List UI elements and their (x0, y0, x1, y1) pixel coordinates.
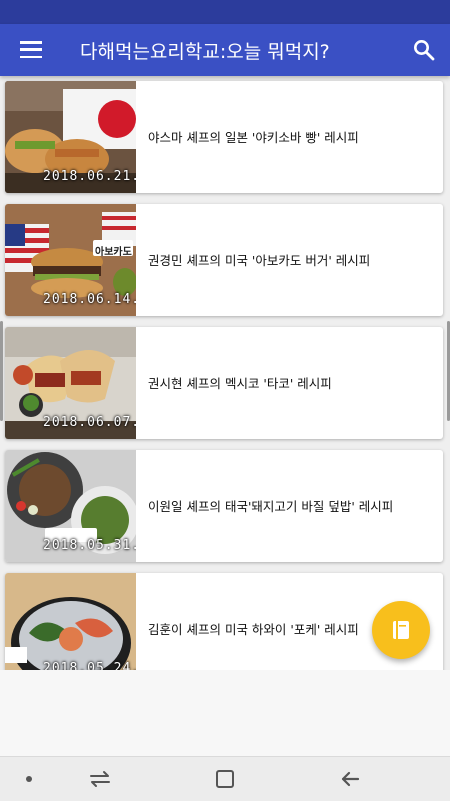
burger-badge-label: 아보카도 (95, 247, 132, 258)
status-bar (0, 0, 450, 24)
home-icon[interactable] (213, 767, 237, 791)
left-edge-indicator (0, 321, 3, 421)
menu-icon[interactable] (20, 41, 42, 59)
recipe-title: 이원일 셰프의 태국'돼지고기 바질 덮밥' 레시피 (148, 499, 394, 514)
app-title: 다해먹는요리학교:오늘 뭐먹지? (80, 41, 330, 63)
recipe-date: 2018.05.31. (43, 538, 136, 553)
recipe-card[interactable]: 2018.06.21. 야스마 셰프의 일본 '야키소바 빵' 레시피 (5, 81, 443, 193)
book-icon (393, 621, 409, 639)
system-nav-bar (0, 756, 450, 801)
recipe-title: 권경민 셰프의 미국 '아보카도 버거' 레시피 (148, 253, 371, 268)
search-icon[interactable] (412, 38, 436, 62)
book-fab-button[interactable] (372, 601, 430, 659)
recipe-title: 야스마 셰프의 일본 '야키소바 빵' 레시피 (148, 130, 359, 145)
dot-icon[interactable] (17, 767, 41, 791)
back-icon[interactable] (338, 767, 362, 791)
recipe-date: 2018.06.21. (43, 169, 136, 184)
recipe-list[interactable]: 2018.06.21. 야스마 셰프의 일본 '야키소바 빵' 레시피 아보카도… (0, 76, 450, 670)
recipe-title: 권시현 셰프의 멕시코 '타코' 레시피 (148, 376, 332, 391)
recipe-thumbnail: 2018.06.21. (5, 81, 136, 193)
recipe-date: 2018.06.07. (43, 415, 136, 430)
recipe-thumbnail: 2018.05.31. (5, 450, 136, 562)
empty-area (0, 670, 450, 756)
recipe-date: 2018.05.24. (43, 661, 136, 670)
recipe-thumbnail: 2018.06.07. (5, 327, 136, 439)
recipe-card[interactable]: 아보카도 2018.06.14. 권경민 셰프의 미국 '아보카도 버거' 레시… (5, 204, 443, 316)
recipe-thumbnail: 2018.05.24. (5, 573, 136, 670)
recipe-thumbnail: 아보카도 2018.06.14. (5, 204, 136, 316)
recipe-card[interactable]: 2018.06.07. 권시현 셰프의 멕시코 '타코' 레시피 (5, 327, 443, 439)
recent-apps-icon[interactable] (88, 767, 112, 791)
recipe-title: 김훈이 셰프의 미국 하와이 '포케' 레시피 (148, 622, 359, 637)
recipe-date: 2018.06.14. (43, 292, 136, 307)
app-bar: 다해먹는요리학교:오늘 뭐먹지? (0, 24, 450, 76)
recipe-card[interactable]: 2018.05.31. 이원일 셰프의 태국'돼지고기 바질 덮밥' 레시피 (5, 450, 443, 562)
